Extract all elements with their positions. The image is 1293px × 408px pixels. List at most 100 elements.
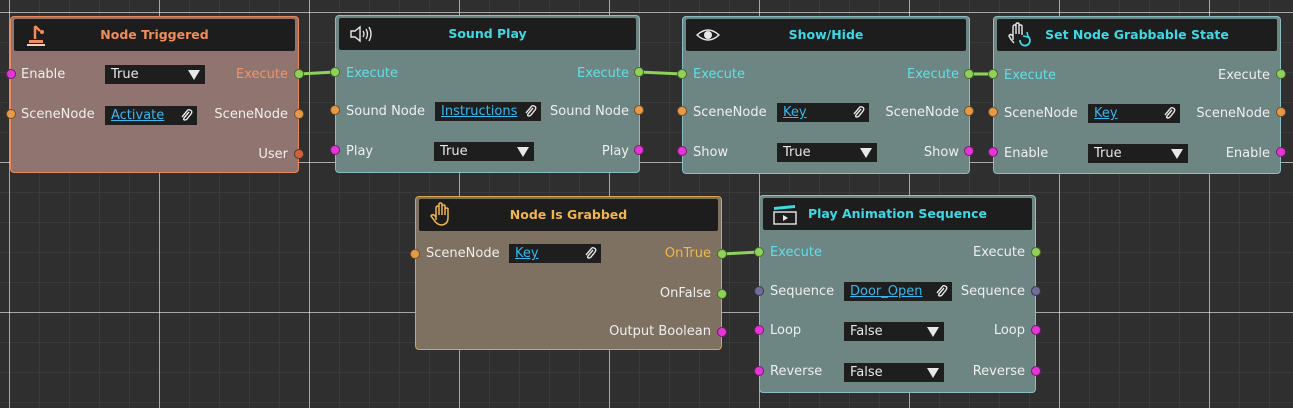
node-play-animation-sequence[interactable]: Play Animation Sequence Execute Execute … [759, 195, 1036, 393]
onfalse-out-label: OnFalse [659, 286, 711, 301]
sequence-out-pin[interactable] [1031, 286, 1041, 296]
node-header[interactable]: Node Triggered [14, 19, 295, 51]
loop-out-label: Loop [993, 323, 1025, 338]
execute-out-pin[interactable] [1031, 247, 1041, 257]
sequence-in-pin[interactable] [754, 286, 764, 296]
play-out-label: Play [601, 144, 629, 159]
scenenode-in-pin[interactable] [6, 109, 16, 119]
scenenode-in-label: SceneNode [693, 105, 767, 120]
scenenode-in-pin[interactable] [988, 107, 998, 117]
loop-value: False [850, 324, 883, 339]
scenenode-in-pin[interactable] [677, 106, 687, 116]
scenenode-link[interactable]: Key [515, 246, 539, 261]
node-title: Set Node Grabbable State [1045, 27, 1229, 42]
paperclip-icon[interactable] [180, 108, 193, 123]
execute-in-label: Execute [770, 245, 822, 260]
node-header[interactable]: Show/Hide [686, 19, 966, 51]
node-title: Node Is Grabbed [509, 207, 628, 222]
enable-in-label: Enable [1004, 146, 1049, 161]
sequence-link[interactable]: Door_Open [850, 284, 922, 299]
scenenode-out-pin[interactable] [1276, 107, 1286, 117]
output-boolean-label: Output Boolean [609, 324, 711, 339]
show-out-pin[interactable] [964, 146, 974, 156]
scenenode-out-pin[interactable] [294, 109, 304, 119]
play-out-pin[interactable] [634, 145, 644, 155]
node-header[interactable]: Sound Play [339, 18, 636, 50]
paperclip-icon[interactable] [524, 104, 537, 119]
execute-out-pin[interactable] [634, 67, 644, 77]
show-in-label: Show [693, 145, 729, 160]
node-triggered[interactable]: Node Triggered Enable True Execute Scene… [10, 16, 299, 173]
onfalse-out-pin[interactable] [717, 289, 727, 299]
paperclip-icon[interactable] [852, 105, 865, 120]
reverse-in-pin[interactable] [754, 366, 764, 376]
enable-select[interactable]: True [105, 65, 205, 84]
enable-in-pin[interactable] [6, 69, 16, 79]
execute-out-pin[interactable] [1276, 69, 1286, 79]
execute-out-label: Execute [236, 67, 288, 82]
play-in-pin[interactable] [330, 145, 340, 155]
enable-out-pin[interactable] [1276, 147, 1286, 157]
scenenode-field[interactable]: Key [1088, 104, 1180, 123]
enable-in-pin[interactable] [988, 147, 998, 157]
node-set-grabbable-state[interactable]: Set Node Grabbable State Execute Execute… [993, 16, 1281, 174]
sound-node-in-label: Sound Node [346, 104, 425, 119]
execute-out-label: Execute [1218, 68, 1270, 83]
reverse-select[interactable]: False [844, 363, 944, 382]
dropdown-arrow-icon [927, 368, 939, 378]
execute-out-pin[interactable] [294, 69, 304, 79]
enable-value: True [1094, 146, 1122, 161]
scenenode-in-label: SceneNode [1004, 106, 1078, 121]
user-out-pin[interactable] [294, 149, 304, 159]
output-boolean-pin[interactable] [717, 327, 727, 337]
loop-select[interactable]: False [844, 322, 944, 341]
node-header[interactable]: Node Is Grabbed [419, 199, 718, 231]
sound-node-out-pin[interactable] [634, 105, 644, 115]
user-out-label: User [258, 147, 288, 162]
play-in-label: Play [346, 144, 374, 159]
execute-in-label: Execute [693, 67, 745, 82]
execute-in-pin[interactable] [754, 247, 764, 257]
scenenode-field[interactable]: Key [777, 103, 869, 122]
enable-value: True [111, 67, 139, 82]
execute-in-pin[interactable] [330, 67, 340, 77]
execute-in-label: Execute [1004, 68, 1056, 83]
sound-node-field[interactable]: Instructions [435, 102, 541, 121]
sound-node-link[interactable]: Instructions [441, 104, 517, 119]
scenenode-out-pin[interactable] [964, 106, 974, 116]
execute-in-label: Execute [346, 66, 398, 81]
show-out-label: Show [923, 145, 959, 160]
node-header[interactable]: Set Node Grabbable State [997, 19, 1277, 51]
sequence-field[interactable]: Door_Open [844, 282, 952, 301]
paperclip-icon[interactable] [935, 284, 948, 299]
scenenode-link[interactable]: Key [1094, 106, 1118, 121]
scenenode-field[interactable]: Key [509, 244, 601, 263]
execute-in-pin[interactable] [988, 69, 998, 79]
node-show-hide[interactable]: Show/Hide Execute Execute SceneNode Key … [682, 16, 970, 174]
show-in-pin[interactable] [677, 146, 687, 156]
sequence-out-label: Sequence [960, 284, 1025, 299]
scenenode-link[interactable]: Activate [111, 108, 164, 123]
scenenode-in-pin[interactable] [410, 249, 420, 259]
paperclip-icon[interactable] [1163, 106, 1176, 121]
ontrue-out-pin[interactable] [717, 249, 727, 259]
sound-node-out-label: Sound Node [550, 104, 629, 119]
node-header[interactable]: Play Animation Sequence [763, 198, 1032, 230]
node-sound-play[interactable]: Sound Play Execute Execute Sound Node In… [335, 15, 640, 173]
loop-out-pin[interactable] [1031, 325, 1041, 335]
reverse-out-pin[interactable] [1031, 366, 1041, 376]
scenenode-field[interactable]: Activate [105, 106, 197, 125]
node-is-grabbed[interactable]: Node Is Grabbed SceneNode Key OnTrue OnF… [415, 196, 722, 350]
enable-select[interactable]: True [1088, 144, 1188, 163]
scenenode-link[interactable]: Key [783, 105, 807, 120]
play-select[interactable]: True [434, 142, 534, 161]
execute-in-pin[interactable] [677, 69, 687, 79]
scenenode-out-label: SceneNode [885, 105, 959, 120]
paperclip-icon[interactable] [584, 246, 597, 261]
scenenode-in-label: SceneNode [21, 107, 95, 122]
show-select[interactable]: True [777, 143, 877, 162]
execute-out-pin[interactable] [964, 69, 974, 79]
sound-node-in-pin[interactable] [330, 105, 340, 115]
loop-in-pin[interactable] [754, 325, 764, 335]
node-title: Play Animation Sequence [807, 206, 987, 221]
